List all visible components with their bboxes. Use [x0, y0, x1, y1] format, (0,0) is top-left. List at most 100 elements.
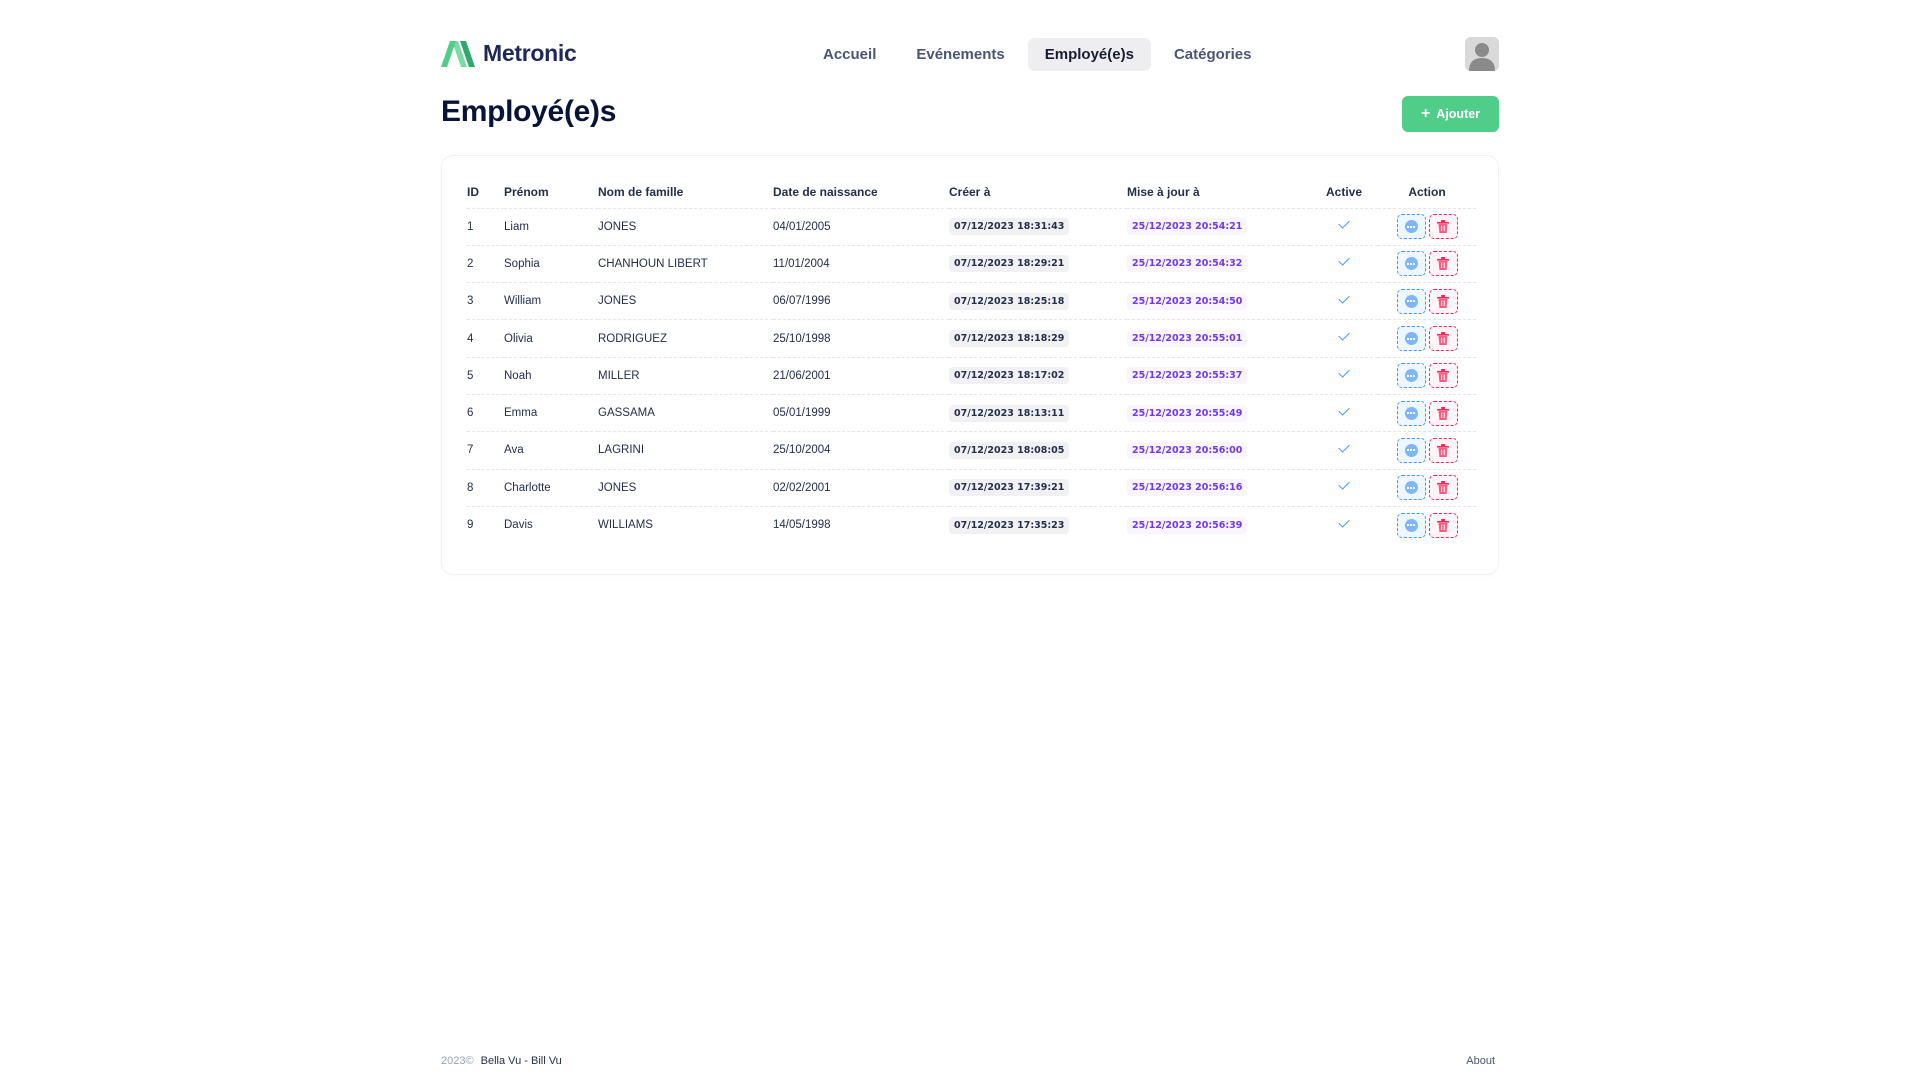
created-at-badge: 07/12/2023 18:25:18 — [949, 292, 1070, 310]
cell-birth-date: 02/02/2001 — [773, 469, 949, 507]
header-birth-date[interactable]: Date de naissance — [773, 177, 949, 209]
delete-button[interactable] — [1428, 363, 1458, 389]
check-icon — [1338, 292, 1350, 304]
view-details-button[interactable] — [1396, 400, 1426, 426]
cell-last-name: GASSAMA — [598, 394, 773, 433]
trash-icon — [1437, 481, 1449, 495]
more-dots-icon — [1404, 406, 1418, 420]
cell-action — [1378, 394, 1476, 433]
cell-birth-date: 05/01/1999 — [773, 394, 949, 433]
nav-item-evenements[interactable]: Evénements — [899, 38, 1021, 71]
header-first-name[interactable]: Prénom — [504, 177, 598, 209]
cell-action — [1378, 245, 1476, 284]
delete-button[interactable] — [1428, 214, 1458, 240]
trash-icon — [1437, 369, 1449, 383]
header-action: Action — [1378, 177, 1476, 209]
brand-logo[interactable]: Metronic — [441, 40, 577, 67]
row-actions — [1396, 512, 1458, 538]
cell-updated-at: 25/12/2023 20:54:50 — [1127, 282, 1310, 321]
check-icon — [1338, 254, 1350, 267]
more-dots-icon — [1404, 257, 1418, 271]
delete-button[interactable] — [1428, 251, 1458, 277]
created-at-badge: 07/12/2023 17:39:21 — [949, 479, 1070, 497]
header-id[interactable]: ID — [467, 177, 504, 209]
nav-item-categories[interactable]: Catégories — [1157, 38, 1269, 71]
table-header-row: ID Prénom Nom de famille Date de naissan… — [467, 177, 1476, 209]
cell-first-name: Olivia — [504, 319, 598, 358]
table-row: 1 Liam JONES 04/01/2005 07/12/2023 18:31:43 2… — [467, 208, 1476, 246]
view-details-button[interactable] — [1396, 512, 1426, 538]
trash-icon — [1437, 443, 1449, 457]
view-details-button[interactable] — [1396, 288, 1426, 314]
cell-birth-date: 14/05/1998 — [773, 519, 831, 532]
row-actions — [1396, 363, 1458, 389]
view-details-button[interactable] — [1396, 326, 1426, 352]
cell-created-at: 07/12/2023 17:35:23 — [949, 506, 1127, 543]
updated-at-badge: 25/12/2023 20:56:00 — [1127, 441, 1248, 459]
nav-item-accueil[interactable]: Accueil — [806, 38, 893, 71]
delete-button[interactable] — [1428, 400, 1458, 426]
more-dots-icon — [1404, 481, 1418, 495]
view-details-button[interactable] — [1396, 214, 1426, 240]
view-details-button[interactable] — [1396, 475, 1426, 501]
cell-birth-date: 04/01/2005 — [773, 208, 949, 246]
table-row: 3 William JONES 06/07/1996 07/12/2023 18:25:… — [467, 282, 1476, 321]
row-actions — [1396, 400, 1458, 426]
updated-at-badge: 25/12/2023 20:55:49 — [1127, 404, 1248, 422]
cell-birth-date: 11/01/2004 — [773, 245, 949, 284]
cell-action — [1378, 506, 1476, 543]
cell-id: 3 — [467, 282, 504, 321]
check-icon — [1338, 329, 1350, 341]
view-details-button[interactable] — [1396, 251, 1426, 277]
cell-birth-date: 25/10/1998 — [773, 319, 949, 358]
cell-id: 5 — [467, 357, 504, 395]
cell-id: 2 — [467, 245, 504, 284]
cell-created-at: 07/12/2023 18:18:29 — [949, 319, 1127, 358]
updated-at-badge: 25/12/2023 20:54:50 — [1127, 292, 1248, 310]
updated-at-badge: 25/12/2023 20:54:32 — [1127, 255, 1248, 273]
delete-button[interactable] — [1428, 512, 1458, 538]
header-active[interactable]: Active — [1310, 177, 1378, 209]
delete-button[interactable] — [1428, 475, 1458, 501]
cell-birth-date: 25/10/2004 — [773, 431, 949, 470]
cell-active — [1310, 208, 1378, 246]
table-row: 2 Sophia CHANHOUN LIBERT 11/01/2004 07/12/20… — [467, 245, 1476, 284]
cell-updated-at: 25/12/2023 20:56:39 — [1127, 506, 1310, 543]
created-at-badge: 07/12/2023 18:31:43 — [949, 218, 1070, 236]
view-details-button[interactable] — [1396, 363, 1426, 389]
header-updated-at[interactable]: Mise à jour à — [1127, 177, 1310, 209]
row-actions — [1396, 214, 1458, 240]
footer-author-link[interactable]: Bella Vu - Bill Vu — [481, 1055, 562, 1067]
check-icon — [1338, 403, 1350, 416]
cell-created-at: 07/12/2023 18:17:02 — [949, 357, 1127, 395]
cell-action — [1378, 319, 1476, 358]
trash-icon — [1437, 257, 1449, 271]
cell-first-name: Noah — [504, 357, 598, 395]
header-last-name[interactable]: Nom de famille — [598, 177, 773, 209]
user-avatar[interactable] — [1465, 37, 1499, 71]
cell-first-name: William — [504, 282, 598, 321]
trash-icon — [1437, 332, 1449, 346]
delete-button[interactable] — [1428, 326, 1458, 352]
nav-item-employes[interactable]: Employé(e)s — [1027, 38, 1151, 71]
header: Metronic Accueil Evénements Employé(e)s … — [441, 0, 1499, 108]
header-created-at[interactable]: Créer à — [949, 177, 1127, 209]
cell-updated-at: 25/12/2023 20:56:16 — [1127, 469, 1310, 507]
created-at-badge: 07/12/2023 18:17:02 — [949, 367, 1070, 385]
delete-button[interactable] — [1428, 288, 1458, 314]
cell-birth-date: 06/07/1996 — [773, 282, 949, 321]
cell-id: 6 — [467, 394, 504, 433]
check-icon — [1338, 478, 1350, 490]
updated-at-badge: 25/12/2023 20:54:21 — [1127, 218, 1248, 236]
row-actions — [1396, 251, 1458, 277]
main-nav: Accueil Evénements Employé(e)s Catégorie… — [806, 38, 1268, 71]
trash-icon — [1437, 518, 1449, 532]
view-details-button[interactable] — [1396, 437, 1426, 463]
footer-about-link[interactable]: About — [1466, 1055, 1495, 1067]
row-actions — [1396, 475, 1458, 501]
created-at-badge: 07/12/2023 18:08:05 — [949, 441, 1070, 459]
plus-icon: + — [1420, 105, 1431, 122]
cell-action — [1378, 208, 1476, 246]
delete-button[interactable] — [1428, 437, 1458, 463]
add-employee-button[interactable]: + Ajouter — [1402, 96, 1499, 132]
